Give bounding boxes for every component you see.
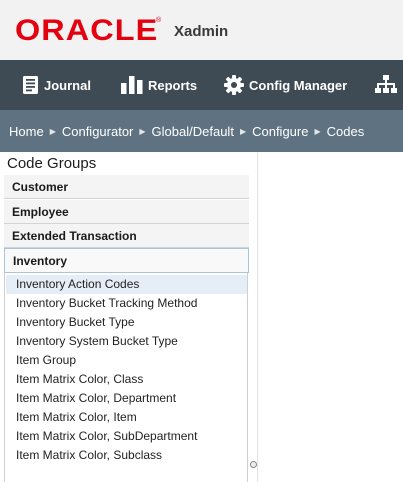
list-item[interactable]: Item Matrix Color, Subclass <box>6 446 247 465</box>
code-groups-panel: Code Groups Customer Employee Extended T… <box>0 152 258 482</box>
nav-reports[interactable]: Reports <box>121 60 197 110</box>
panel-title: Code Groups <box>7 155 97 172</box>
breadcrumb-configure[interactable]: Configure <box>252 124 308 139</box>
nav-journal[interactable]: Journal <box>22 60 91 110</box>
resize-handle[interactable] <box>250 461 257 468</box>
nav-config-manager[interactable]: Config Manager <box>224 60 347 110</box>
list-item[interactable]: Item Matrix Color, Department <box>6 389 247 408</box>
journal-icon <box>22 76 39 94</box>
list-item[interactable]: Inventory Action Codes <box>6 275 247 294</box>
list-item[interactable]: Item Group <box>6 351 247 370</box>
breadcrumb-global-default[interactable]: Global/Default <box>152 124 234 139</box>
breadcrumb-separator: ▶ <box>239 126 247 136</box>
app-name: Xadmin <box>174 23 229 40</box>
breadcrumb: Home ▶ Configurator ▶ Global/Default ▶ C… <box>0 110 403 152</box>
registered-mark: ® <box>156 17 162 24</box>
main-nav: Journal Reports Config Manager <box>0 60 403 110</box>
nav-config-manager-label: Config Manager <box>249 77 348 93</box>
list-item[interactable]: Inventory Bucket Tracking Method <box>6 294 247 313</box>
breadcrumb-configurator[interactable]: Configurator <box>62 124 134 139</box>
codes-list[interactable]: Inventory Action Codes Inventory Bucket … <box>4 273 248 482</box>
oracle-logo[interactable]: ORACLE <box>15 16 158 46</box>
nav-reports-label: Reports <box>148 77 198 93</box>
nav-hierarchy[interactable] <box>374 60 403 110</box>
nav-journal-label: Journal <box>44 77 91 93</box>
group-inventory[interactable]: Inventory <box>4 248 249 273</box>
gear-icon <box>224 75 244 95</box>
breadcrumb-separator: ▶ <box>139 126 146 136</box>
breadcrumb-codes[interactable]: Codes <box>327 124 365 139</box>
list-item[interactable]: Item Matrix Color, Item <box>6 408 247 427</box>
breadcrumb-separator: ▶ <box>49 126 56 136</box>
breadcrumb-home[interactable]: Home <box>9 124 44 139</box>
group-extended-transaction[interactable]: Extended Transaction <box>4 224 249 248</box>
breadcrumb-separator: ▶ <box>314 126 321 136</box>
list-item[interactable]: Item Matrix Color, Class <box>6 370 247 389</box>
list-item[interactable]: Inventory System Bucket Type <box>6 332 247 351</box>
list-item[interactable]: Item Matrix Color, SubDepartment <box>6 427 247 446</box>
bar-chart-icon <box>121 76 143 94</box>
sitemap-icon <box>374 75 398 95</box>
code-details-panel <box>258 152 403 482</box>
app-header: ORACLE ® Xadmin <box>0 0 403 60</box>
group-customer[interactable]: Customer <box>4 175 249 199</box>
group-employee[interactable]: Employee <box>4 200 249 224</box>
list-item[interactable]: Inventory Bucket Type <box>6 313 247 332</box>
